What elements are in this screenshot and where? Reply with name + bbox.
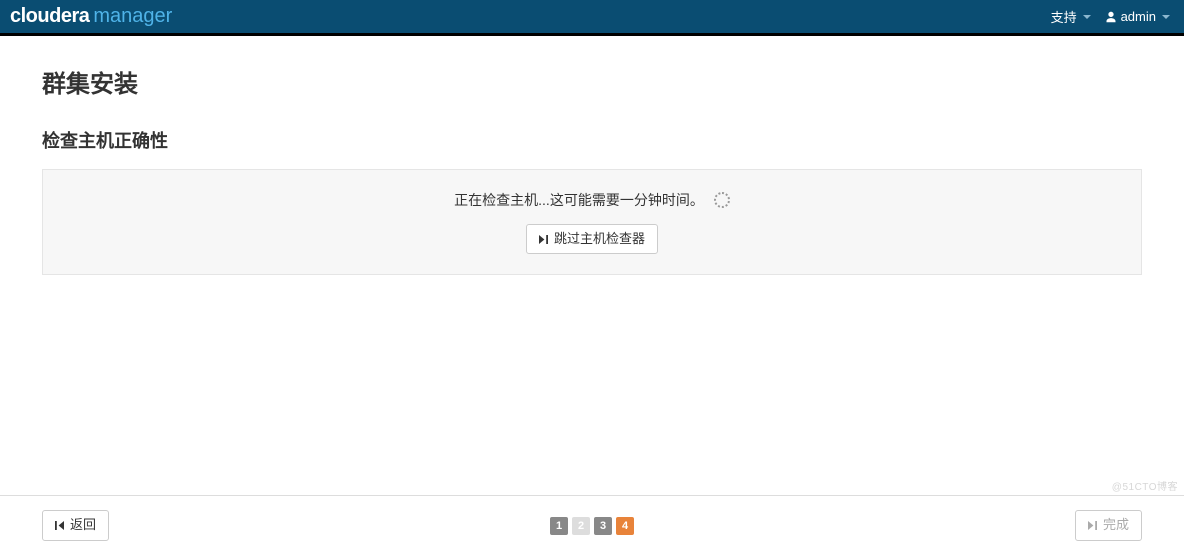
status-line: 正在检查主机...这可能需要一分钟时间。	[454, 190, 730, 210]
skip-button-label: 跳过主机检查器	[554, 230, 645, 248]
user-icon	[1105, 11, 1117, 23]
caret-down-icon	[1162, 15, 1170, 19]
step-1[interactable]: 1	[550, 517, 568, 535]
top-navbar: cloudera manager 支持 admin	[0, 0, 1184, 36]
skip-host-inspector-button[interactable]: 跳过主机检查器	[526, 224, 658, 254]
skip-back-icon	[55, 521, 64, 530]
user-menu[interactable]: admin	[1105, 9, 1170, 24]
support-menu[interactable]: 支持	[1051, 7, 1091, 26]
user-label: admin	[1121, 9, 1156, 24]
skip-forward-icon	[1088, 521, 1097, 530]
step-3[interactable]: 3	[594, 517, 612, 535]
brand-cloudera-text: cloudera	[10, 5, 89, 28]
brand-manager-text: manager	[93, 5, 172, 28]
host-check-panel: 正在检查主机...这可能需要一分钟时间。 跳过主机检查器	[42, 169, 1142, 275]
skip-forward-icon	[539, 235, 548, 244]
section-title: 检查主机正确性	[42, 127, 1142, 153]
step-2[interactable]: 2	[572, 517, 590, 535]
status-text: 正在检查主机...这可能需要一分钟时间。	[454, 190, 704, 210]
step-indicator: 1 2 3 4	[550, 517, 634, 535]
support-label: 支持	[1051, 7, 1077, 26]
watermark-text: @51CTO博客	[1112, 478, 1178, 493]
back-button-label: 返回	[70, 516, 96, 534]
spinner-icon	[714, 192, 730, 208]
footer-bar: 返回 1 2 3 4 完成	[0, 495, 1184, 555]
brand-logo: cloudera manager	[10, 5, 172, 28]
caret-down-icon	[1083, 15, 1091, 19]
back-button[interactable]: 返回	[42, 510, 109, 540]
finish-button[interactable]: 完成	[1075, 510, 1142, 540]
nav-right: 支持 admin	[1051, 7, 1170, 26]
main-content: 群集安装 检查主机正确性 正在检查主机...这可能需要一分钟时间。 跳过主机检查…	[0, 36, 1184, 275]
step-4[interactable]: 4	[616, 517, 634, 535]
page-title: 群集安装	[42, 64, 1142, 99]
finish-button-label: 完成	[1103, 516, 1129, 534]
